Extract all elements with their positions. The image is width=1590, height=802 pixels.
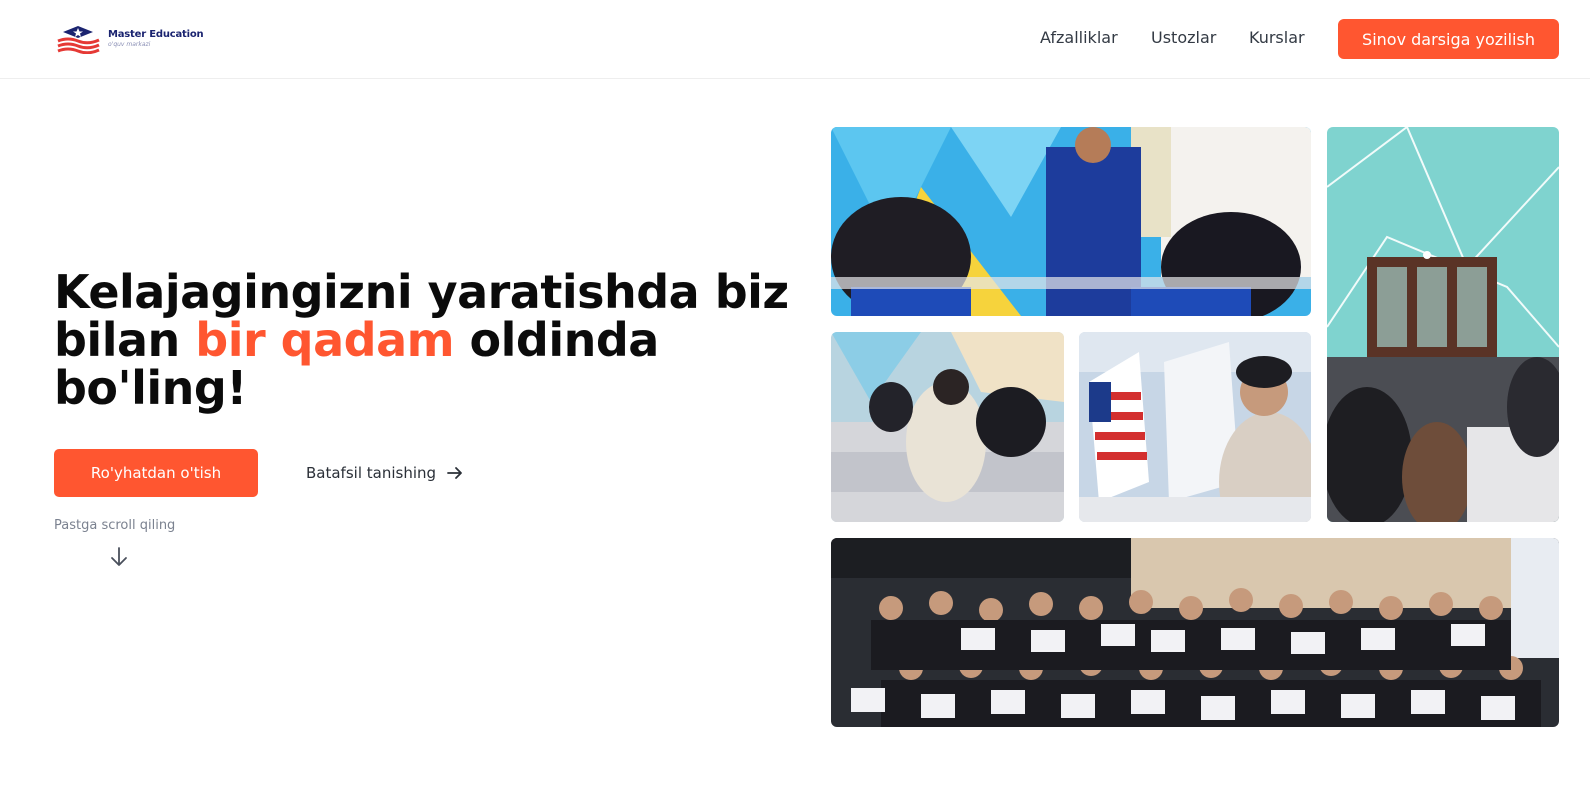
- nav-item-afzalliklar[interactable]: Afzalliklar: [1040, 28, 1118, 48]
- learn-more-label: Batafsil tanishing: [306, 464, 437, 482]
- hero-title: Kelajagingizni yaratishda biz bilan bir …: [54, 268, 814, 412]
- trial-lesson-button[interactable]: Sinov darsiga yozilish: [1338, 19, 1559, 59]
- nav-item-kurslar[interactable]: Kurslar: [1249, 28, 1305, 48]
- hero-title-accent: bir qadam: [195, 313, 455, 367]
- register-button[interactable]: Ro'yhatdan o'tish: [54, 449, 258, 497]
- gallery-photo-classroom-teacher: [831, 127, 1311, 316]
- gallery-photo-students-writing: [831, 332, 1064, 522]
- brand-tagline: o'quv markazi: [108, 41, 151, 48]
- brand-name: Master Education: [108, 29, 204, 40]
- arrow-right-icon: [446, 464, 464, 482]
- gallery-photo-classroom-window: [1327, 127, 1559, 522]
- brand-logo[interactable]: Master Education o'quv markazi: [55, 24, 205, 55]
- gallery-photo-graduation-group: [831, 538, 1559, 727]
- scroll-hint: Pastga scroll qiling: [54, 518, 176, 533]
- learn-more-link[interactable]: Batafsil tanishing: [306, 462, 464, 484]
- nav-item-ustozlar[interactable]: Ustozlar: [1151, 28, 1216, 48]
- gallery-photo-student-flag: [1079, 332, 1311, 522]
- site-header: Master Education o'quv markazi Afzallikl…: [0, 0, 1590, 79]
- arrow-down-icon[interactable]: [109, 546, 129, 568]
- graduation-cap-flag-logo-icon: [55, 24, 102, 55]
